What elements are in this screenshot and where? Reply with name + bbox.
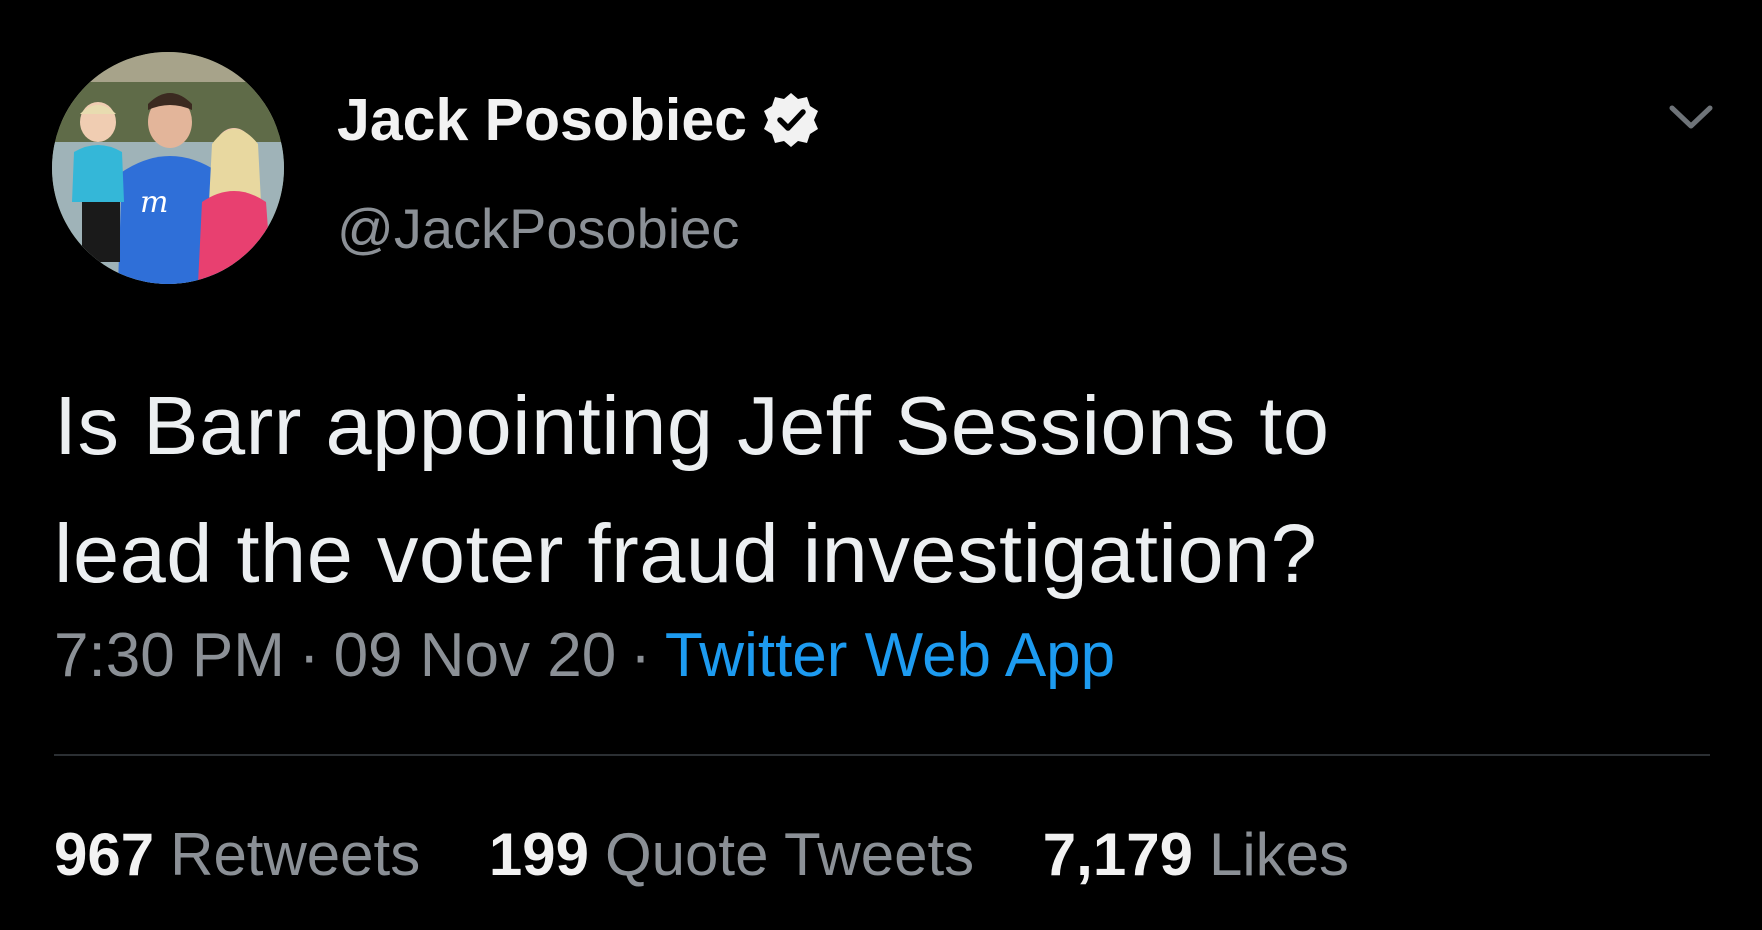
tweet-text: Is Barr appointing Jeff Sessions to lead…	[54, 362, 1694, 618]
meta-separator: ·	[298, 621, 320, 690]
tweet-meta: 7:30 PM · 09 Nov 20 · Twitter Web App	[54, 620, 1115, 691]
svg-text:m: m	[140, 185, 168, 220]
avatar-photo: m	[52, 52, 284, 284]
meta-separator: ·	[630, 621, 651, 690]
avatar[interactable]: m	[52, 52, 284, 284]
divider	[54, 754, 1710, 756]
tweet-text-line: Is Barr appointing Jeff Sessions to	[54, 379, 1330, 472]
chevron-down-icon[interactable]	[1666, 100, 1716, 134]
quote-tweets-count: 199	[488, 821, 589, 888]
retweets-stat[interactable]: 967 Retweets	[54, 821, 420, 888]
verified-badge-icon	[761, 90, 821, 150]
likes-label: Likes	[1208, 821, 1350, 888]
tweet-date[interactable]: 09 Nov 20	[334, 621, 617, 690]
quote-tweets-label: Quote Tweets	[605, 821, 975, 888]
tweet-text-line: lead the voter fraud investigation?	[54, 507, 1318, 600]
retweets-label: Retweets	[170, 821, 421, 888]
tweet-source-link[interactable]: Twitter Web App	[665, 621, 1115, 690]
user-handle[interactable]: @JackPosobiec	[337, 196, 739, 261]
tweet-stats: 967 Retweets 199 Quote Tweets 7,179 Likes	[54, 820, 1401, 889]
retweets-count: 967	[54, 821, 155, 888]
quote-tweets-stat[interactable]: 199 Quote Tweets	[489, 821, 974, 888]
tweet-card: m Jack Posobiec @JackPosobiec Is Barr ap…	[0, 0, 1762, 930]
display-name[interactable]: Jack Posobiec	[337, 86, 747, 154]
tweet-time[interactable]: 7:30 PM	[54, 621, 285, 690]
display-name-row[interactable]: Jack Posobiec	[337, 86, 821, 154]
likes-stat[interactable]: 7,179 Likes	[1043, 821, 1349, 888]
likes-count: 7,179	[1042, 821, 1193, 888]
